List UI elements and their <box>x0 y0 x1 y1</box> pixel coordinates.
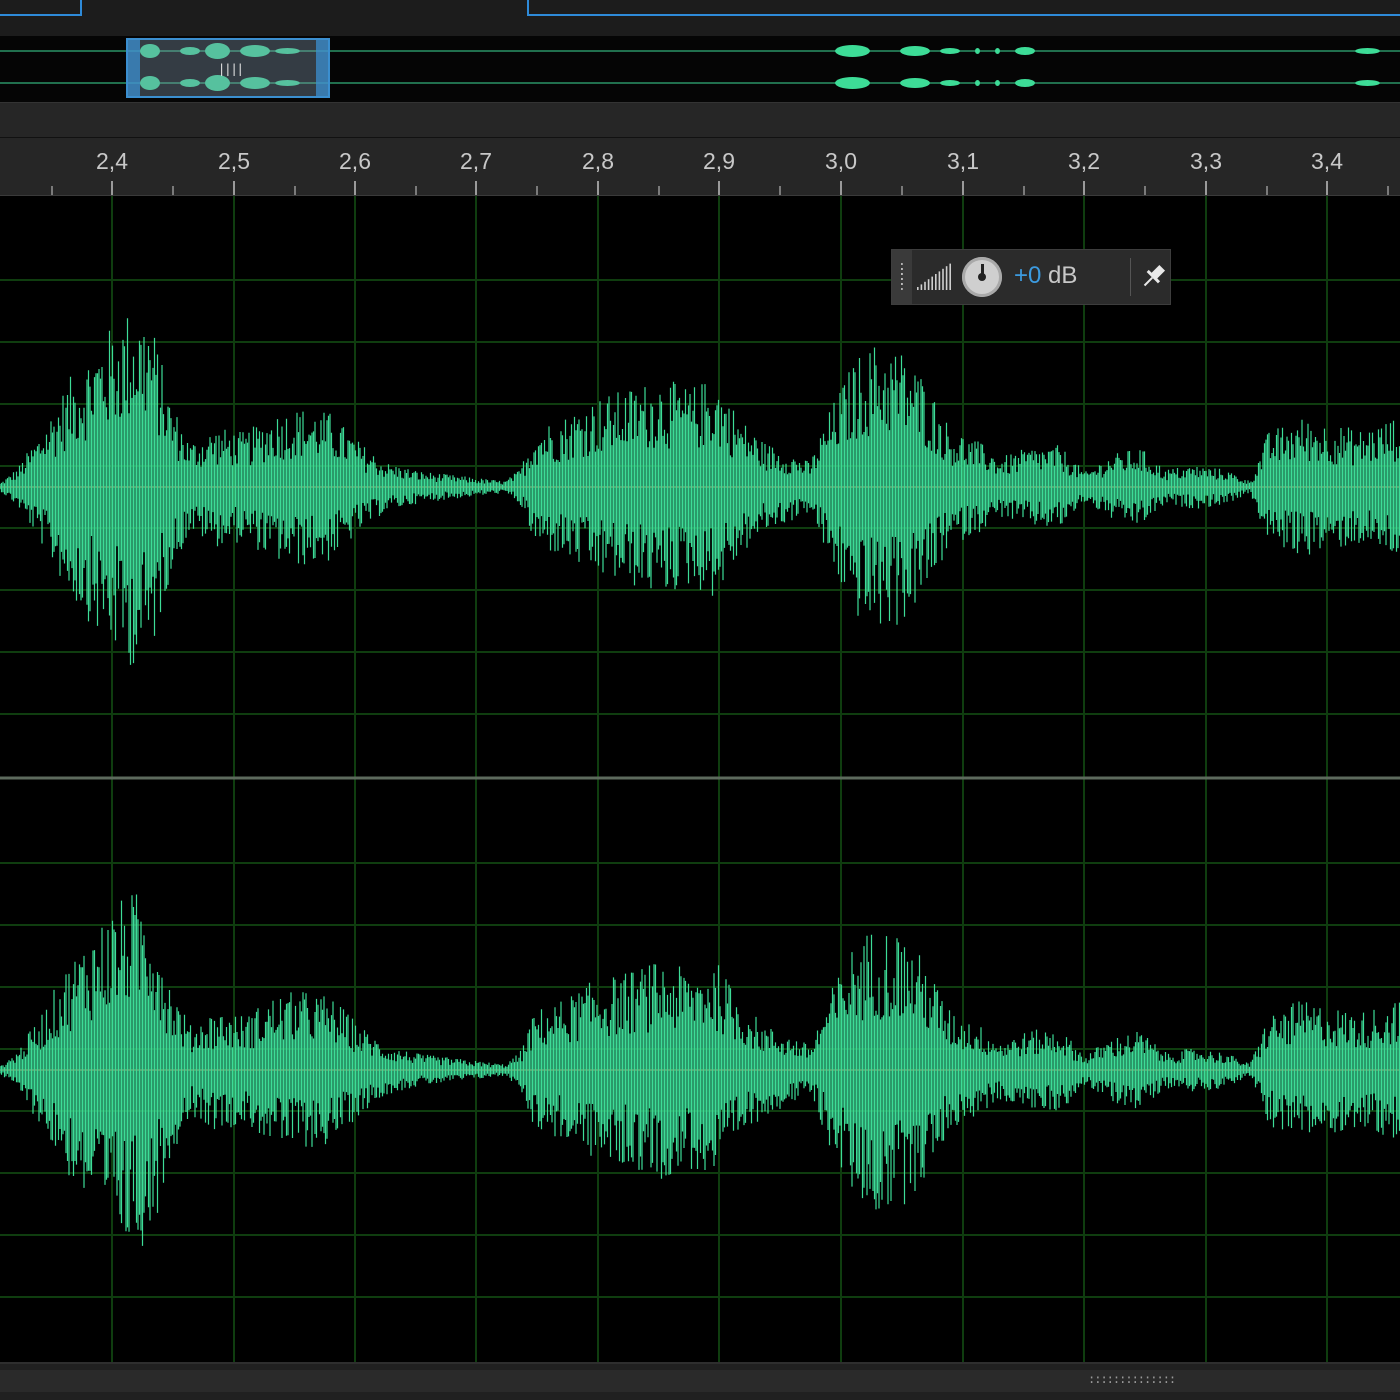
overview-wave-blob <box>1015 79 1035 87</box>
volume-hud[interactable]: ::::: +0 dB <box>891 249 1171 305</box>
ruler-tick-label: 2,7 <box>460 148 492 174</box>
ruler-minor-tick <box>1143 186 1146 195</box>
level-bar <box>931 276 933 290</box>
gain-number: +0 <box>1014 262 1042 289</box>
overview-wave-blob <box>995 48 1000 54</box>
panel-tab-active[interactable] <box>527 0 1400 16</box>
waveform-path <box>0 318 1400 665</box>
ruler-major-tick <box>840 181 842 195</box>
level-bar <box>938 271 941 290</box>
ruler-major-tick <box>475 181 477 195</box>
gain-knob-icon[interactable] <box>962 257 1002 297</box>
overview-wave-blob <box>900 46 930 56</box>
ruler-minor-tick <box>171 186 174 195</box>
gain-unit: dB <box>1041 262 1078 289</box>
ruler-minor-tick <box>900 186 903 195</box>
waveform-canvas <box>0 196 1400 1362</box>
ruler-minor-tick <box>1265 186 1268 195</box>
ruler-minor-tick <box>535 186 538 195</box>
level-bar <box>949 263 951 290</box>
ruler-tick-label: 3,1 <box>947 148 979 174</box>
overview-wave-blob <box>835 45 870 57</box>
overview-wave-blob <box>940 80 960 86</box>
horizontal-scrollbar[interactable]: :::::::::::::: <box>0 1370 1400 1392</box>
panel-tab-left[interactable] <box>0 0 82 16</box>
bottom-scroll-area: :::::::::::::: <box>0 1362 1400 1400</box>
grip-icon: ::::: <box>898 259 906 294</box>
hud-grip[interactable]: ::::: <box>892 250 912 304</box>
ruler-minor-tick <box>657 186 660 195</box>
level-bar <box>927 279 930 290</box>
ruler-tick-label: 2,9 <box>703 148 735 174</box>
grip-icon: :::::::::::::: <box>1088 1372 1176 1386</box>
level-bar <box>917 287 919 290</box>
ruler-tick-label: 2,6 <box>339 148 371 174</box>
level-bar <box>924 281 926 290</box>
overview-wave-blob <box>975 80 980 86</box>
top-panel-strip <box>0 0 1400 36</box>
ruler-tick-label: 2,5 <box>218 148 250 174</box>
viewport-right-edge[interactable] <box>316 40 328 96</box>
overview-wave-blob <box>940 48 960 54</box>
ruler-tick-label: 2,4 <box>96 148 128 174</box>
toolbar-strip <box>0 102 1400 138</box>
overview-wave-blob <box>1355 80 1380 86</box>
channel-right <box>0 894 1400 1246</box>
volume-level-icon <box>917 263 951 290</box>
ruler-major-tick <box>718 181 720 195</box>
ruler-minor-tick <box>414 186 417 195</box>
zoom-viewport-handle[interactable]: |||| <box>126 38 330 98</box>
pin-icon[interactable] <box>1138 260 1168 294</box>
overview-wave-blob <box>975 48 980 54</box>
overview-wave-blob <box>835 77 870 89</box>
channel-left <box>0 318 1400 665</box>
level-bar <box>945 266 948 290</box>
level-bar <box>935 274 937 290</box>
hud-divider <box>1130 258 1131 296</box>
gain-value[interactable]: +0 dB <box>1014 262 1077 290</box>
ruler-tick-label: 2,8 <box>582 148 614 174</box>
audio-editor: |||| 32,42,52,62,72,82,93,03,13,23,33,4 … <box>0 0 1400 1400</box>
waveform-display[interactable] <box>0 196 1400 1362</box>
ruler-major-tick <box>111 181 113 195</box>
ruler-major-tick <box>1083 181 1085 195</box>
overview-wave-blob <box>995 80 1000 86</box>
level-bar <box>942 268 944 290</box>
ruler-minor-tick <box>1022 186 1025 195</box>
ruler-minor-tick <box>50 186 53 195</box>
ruler-tick-label: 3,3 <box>1190 148 1222 174</box>
ruler-minor-tick <box>778 186 781 195</box>
overview-wave-blob <box>900 78 930 88</box>
ruler-major-tick <box>597 181 599 195</box>
grip-icon: |||| <box>218 62 244 76</box>
overview-wave-blob <box>1355 48 1380 54</box>
ruler-tick-label: 3,4 <box>1311 148 1343 174</box>
time-ruler[interactable]: 32,42,52,62,72,82,93,03,13,23,33,4 <box>0 138 1400 196</box>
ruler-major-tick <box>1326 181 1328 195</box>
overview-navigator[interactable]: |||| <box>0 36 1400 102</box>
ruler-minor-tick <box>1386 186 1389 195</box>
overview-wave-blob <box>1015 47 1035 55</box>
ruler-major-tick <box>962 181 964 195</box>
ruler-minor-tick <box>293 186 296 195</box>
ruler-major-tick <box>233 181 235 195</box>
ruler-major-tick <box>354 181 356 195</box>
ruler-tick-label: 3,2 <box>1068 148 1100 174</box>
ruler-major-tick <box>1205 181 1207 195</box>
ruler-tick-label: 3,0 <box>825 148 857 174</box>
viewport-left-edge[interactable] <box>128 40 140 96</box>
level-bar <box>920 284 923 290</box>
